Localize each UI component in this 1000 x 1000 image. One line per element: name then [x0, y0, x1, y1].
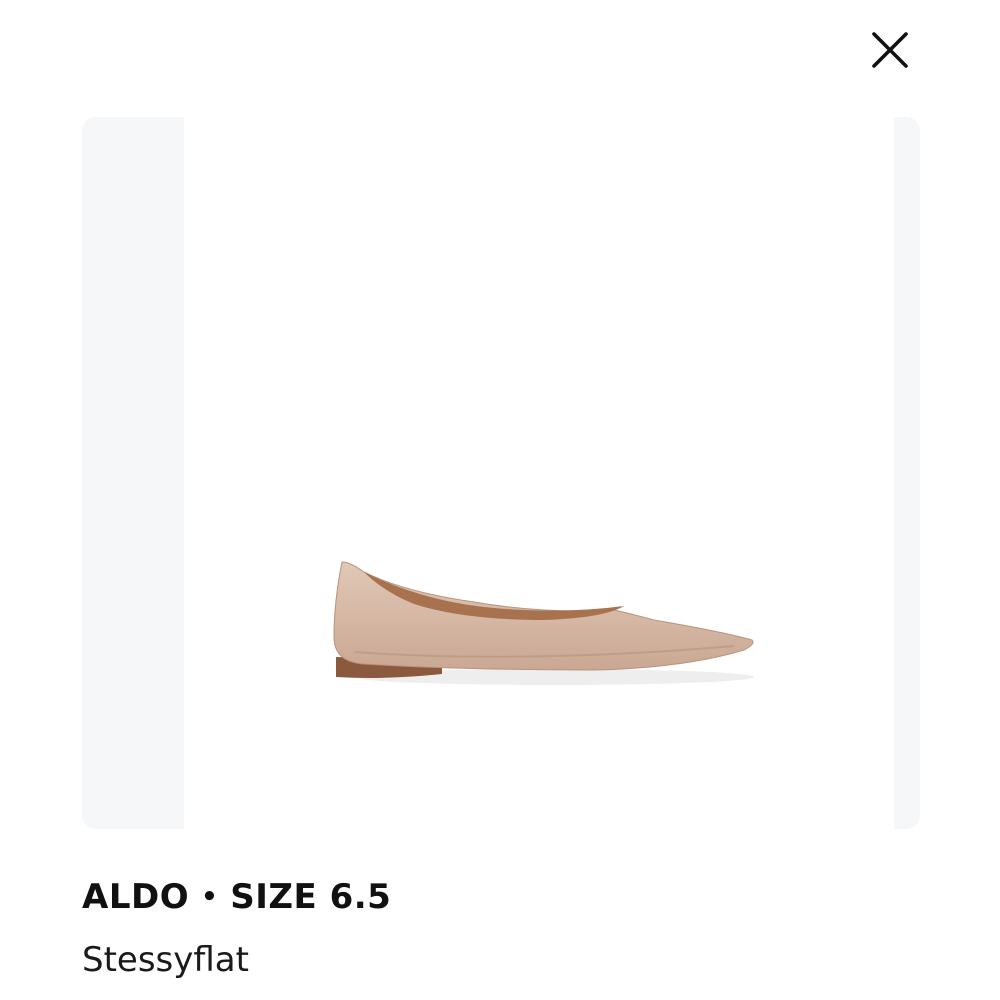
- brand-size-title: ALDO • SIZE 6.5: [82, 874, 391, 920]
- product-image-panel: [82, 117, 920, 829]
- separator-dot: •: [201, 882, 219, 912]
- product-image-area[interactable]: [184, 117, 894, 829]
- close-button[interactable]: [862, 22, 918, 78]
- size-label: SIZE 6.5: [230, 877, 392, 917]
- product-name: Stessyflat: [82, 940, 249, 980]
- brand-label: ALDO: [82, 877, 190, 917]
- close-icon: [870, 30, 910, 70]
- product-image: [324, 542, 764, 702]
